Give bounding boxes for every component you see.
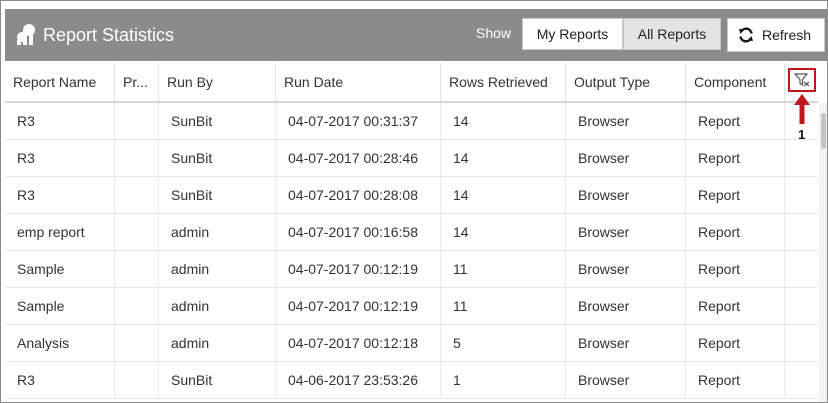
column-header-pr[interactable]: Pr... [115, 63, 159, 101]
table-row[interactable]: Analysis admin 04-07-2017 00:12:18 5 Browser… [5, 325, 818, 362]
cell-run-date: 04-07-2017 00:28:46 [276, 140, 441, 176]
cell-output-type: Browser [566, 140, 686, 176]
cell-run-date: 04-07-2017 00:31:37 [276, 103, 441, 139]
arrow-up-icon [794, 94, 810, 124]
table-row[interactable]: R3 SunBit 04-07-2017 00:28:08 14 Browser Repo… [5, 177, 818, 214]
cell-rows-retrieved: 14 [441, 140, 566, 176]
cell-output-type: Browser [566, 214, 686, 250]
cell-report-name: emp report [5, 214, 115, 250]
page-title: Report Statistics [43, 25, 175, 45]
cell-run-by: admin [159, 288, 276, 324]
cell-pr [115, 288, 159, 324]
table-header: Report Name Pr... Run By Run Date Rows R… [5, 63, 818, 103]
cell-run-date: 04-07-2017 00:28:08 [276, 177, 441, 213]
table-row[interactable]: emp report admin 04-07-2017 00:16:58 14 Brow… [5, 214, 818, 251]
column-header-run-date[interactable]: Run Date [276, 63, 441, 101]
cell-pr [115, 103, 159, 139]
cell-output-type: Browser [566, 103, 686, 139]
cell-run-date: 04-06-2017 23:53:26 [276, 362, 441, 398]
cell-pr [115, 140, 159, 176]
cell-rows-retrieved: 5 [441, 325, 566, 361]
cell-component: Report [686, 325, 785, 361]
show-label: Show [476, 25, 512, 41]
cell-report-name: R3 [5, 103, 115, 139]
cell-run-by: admin [159, 325, 276, 361]
filter-icon [794, 73, 810, 87]
cell-output-type: Browser [566, 177, 686, 213]
table-row[interactable]: Sample admin 04-07-2017 00:12:19 11 Browser R… [5, 251, 818, 288]
cell-report-name: R3 [5, 140, 115, 176]
cell-spacer [785, 214, 818, 250]
cell-rows-retrieved: 1 [441, 362, 566, 398]
cell-run-by: SunBit [159, 177, 276, 213]
cell-run-by: SunBit [159, 103, 276, 139]
scrollbar-thumb[interactable] [821, 113, 826, 149]
cell-run-by: SunBit [159, 140, 276, 176]
cell-rows-retrieved: 14 [441, 177, 566, 213]
cell-rows-retrieved: 14 [441, 214, 566, 250]
my-reports-button[interactable]: My Reports [522, 18, 623, 50]
cell-component: Report [686, 140, 785, 176]
cell-run-by: SunBit [159, 362, 276, 398]
cell-report-name: Sample [5, 288, 115, 324]
cell-report-name: R3 [5, 177, 115, 213]
callout-number: 1 [798, 127, 806, 142]
cell-component: Report [686, 177, 785, 213]
filter-button[interactable] [788, 68, 816, 92]
cell-pr [115, 214, 159, 250]
cell-run-by: admin [159, 214, 276, 250]
column-header-run-by[interactable]: Run By [159, 63, 276, 101]
cell-rows-retrieved: 11 [441, 288, 566, 324]
report-statistics-panel: Report Statistics Show My Reports All Re… [0, 0, 828, 403]
cell-spacer [785, 251, 818, 287]
cell-run-date: 04-07-2017 00:12:18 [276, 325, 441, 361]
cell-pr [115, 362, 159, 398]
column-header-output-type[interactable]: Output Type [566, 63, 686, 101]
cell-output-type: Browser [566, 288, 686, 324]
panel-header: Report Statistics Show My Reports All Re… [5, 9, 827, 61]
cell-spacer [785, 177, 818, 213]
table-row[interactable]: R3 SunBit 04-06-2017 23:53:26 1 Browser Repor… [5, 362, 818, 399]
cell-pr [115, 177, 159, 213]
cell-spacer [785, 288, 818, 324]
all-reports-button[interactable]: All Reports [623, 18, 721, 50]
cell-report-name: Analysis [5, 325, 115, 361]
cell-rows-retrieved: 11 [441, 251, 566, 287]
cell-output-type: Browser [566, 251, 686, 287]
cell-run-by: admin [159, 251, 276, 287]
cell-component: Report [686, 103, 785, 139]
cell-spacer [785, 140, 818, 176]
table-row[interactable]: Sample admin 04-07-2017 00:12:19 11 Browser R… [5, 288, 818, 325]
cell-component: Report [686, 362, 785, 398]
table-row[interactable]: R3 SunBit 04-07-2017 00:31:37 14 Browser Repo… [5, 103, 818, 140]
cell-pr [115, 325, 159, 361]
cell-component: Report [686, 288, 785, 324]
cell-spacer [785, 325, 818, 361]
cell-run-date: 04-07-2017 00:16:58 [276, 214, 441, 250]
cell-component: Report [686, 214, 785, 250]
refresh-icon [739, 27, 753, 43]
cell-run-date: 04-07-2017 00:12:19 [276, 251, 441, 287]
cell-pr [115, 251, 159, 287]
cell-output-type: Browser [566, 325, 686, 361]
column-header-report-name[interactable]: Report Name [5, 63, 115, 101]
column-header-rows-retrieved[interactable]: Rows Retrieved [441, 63, 566, 101]
refresh-button[interactable]: Refresh [727, 18, 825, 52]
table-body: R3 SunBit 04-07-2017 00:31:37 14 Browser Repo… [5, 103, 818, 402]
cell-run-date: 04-07-2017 00:12:19 [276, 288, 441, 324]
cell-report-name: Sample [5, 251, 115, 287]
cell-component: Report [686, 251, 785, 287]
column-header-component[interactable]: Component [686, 63, 785, 101]
refresh-label: Refresh [762, 27, 812, 43]
cell-report-name: R3 [5, 362, 115, 398]
cell-output-type: Browser [566, 362, 686, 398]
cell-rows-retrieved: 14 [441, 103, 566, 139]
table-row[interactable]: R3 SunBit 04-07-2017 00:28:46 14 Browser Repo… [5, 140, 818, 177]
cell-spacer [785, 362, 818, 398]
reports-logo-icon [17, 24, 35, 45]
